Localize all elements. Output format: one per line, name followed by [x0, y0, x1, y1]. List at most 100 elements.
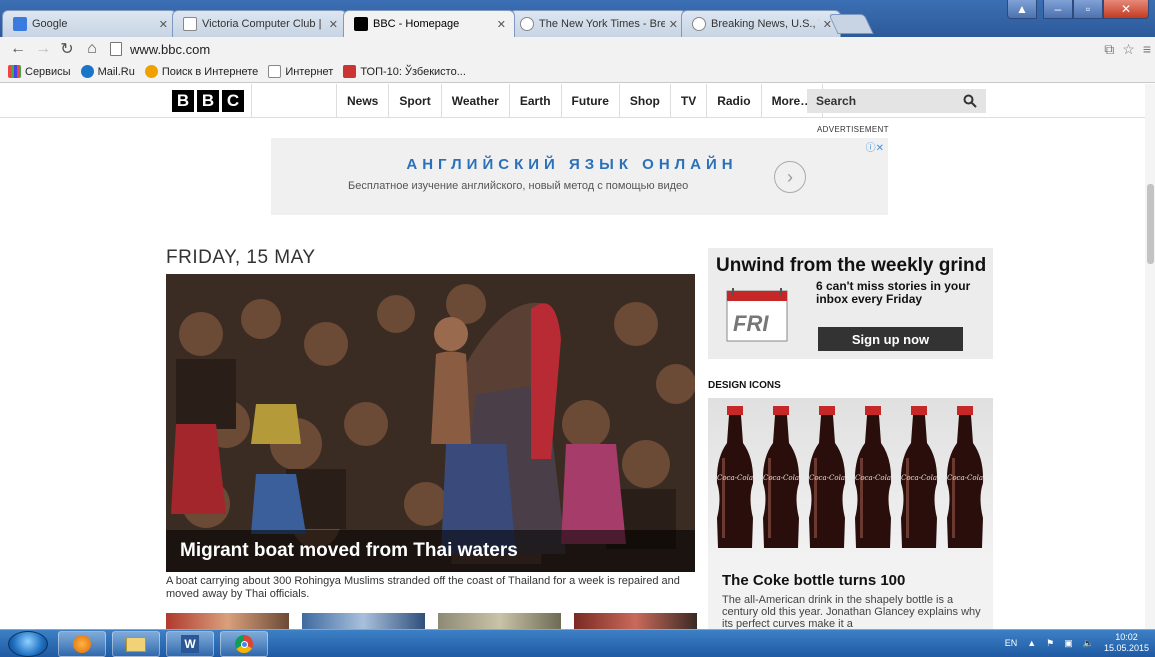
close-icon[interactable]: ✕: [159, 18, 168, 31]
coke-bottle: Coca-Cola: [808, 406, 846, 548]
coke-bottle: Coca-Cola: [854, 406, 892, 548]
user-profile-icon[interactable]: ▲: [1007, 0, 1037, 19]
bottle-logo: Coca-Cola: [901, 474, 937, 482]
back-arrow-icon[interactable]: ←: [10, 40, 26, 58]
search-input[interactable]: Search: [807, 89, 986, 113]
hero-headline[interactable]: Migrant boat moved from Thai waters: [166, 530, 695, 572]
crowd-photo: [166, 274, 695, 572]
tab-victoria-computer-club[interactable]: Victoria Computer Club | ‹ ✕: [172, 10, 347, 37]
close-window-button[interactable]: ✕: [1103, 0, 1149, 19]
ad-choices-close-icon[interactable]: ⓘ✕: [866, 139, 884, 154]
mailru-icon: [80, 65, 94, 78]
nytimes-favicon-icon: [520, 17, 534, 31]
nav-weather[interactable]: Weather: [440, 84, 509, 118]
bookmark-services[interactable]: Сервисы: [8, 65, 71, 78]
search-icon[interactable]: [963, 94, 977, 108]
browser-toolbar: ← → ↻ ⌂ www.bbc.com ⧉ ☆ ≡: [0, 37, 1155, 61]
promo-title: Unwind from the weekly grind: [716, 255, 987, 276]
nav-future[interactable]: Future: [560, 84, 619, 118]
nytimes-favicon-icon: [692, 17, 706, 31]
action-center-flag-icon[interactable]: ⚑: [1046, 638, 1054, 649]
address-bar[interactable]: www.bbc.com: [130, 42, 210, 57]
home-icon[interactable]: ⌂: [85, 40, 99, 58]
newsletter-promo[interactable]: Unwind from the weekly grind FRI 6 can't…: [708, 248, 993, 359]
translate-icon[interactable]: ⧉: [1104, 41, 1114, 58]
bbc-header: B B C News Sport Weather Earth Future Sh…: [0, 84, 1155, 118]
menu-icon[interactable]: ≡: [1143, 41, 1151, 58]
close-icon[interactable]: ✕: [669, 18, 678, 31]
bookmark-star-icon[interactable]: ☆: [1122, 41, 1135, 58]
calendar-icon: FRI: [726, 288, 788, 342]
bookmark-mailru[interactable]: Mail.Ru: [80, 65, 135, 78]
design-story-text: The all-American drink in the shapely bo…: [722, 594, 981, 630]
show-hidden-icons-icon[interactable]: ▲: [1027, 638, 1036, 648]
ad-subtitle: Бесплатное изучение английского, новый м…: [348, 180, 689, 192]
hero-story[interactable]: Migrant boat moved from Thai waters: [166, 274, 695, 572]
media-player-icon[interactable]: [58, 631, 106, 657]
bookmark-top10[interactable]: ТОП-10: Ўзбекисто...: [343, 65, 466, 78]
scrollbar[interactable]: [1145, 84, 1155, 629]
nav-sport[interactable]: Sport: [388, 84, 440, 118]
maximize-button[interactable]: ▫: [1073, 0, 1103, 19]
advertisement-label: ADVERTISEMENT: [817, 125, 889, 134]
bbc-logo[interactable]: B B C: [172, 90, 244, 112]
page-icon: [110, 42, 122, 56]
bookmark-internet[interactable]: Интернет: [268, 65, 333, 78]
coke-bottles-photo: Coca-Cola Coca-Cola Coca-Cola Coca-Cola Coca…: [716, 406, 984, 548]
nav-tv[interactable]: TV: [669, 84, 706, 118]
nav-news[interactable]: News: [336, 84, 388, 118]
coke-bottle: Coca-Cola: [900, 406, 938, 548]
tab-google[interactable]: Google ✕: [2, 10, 177, 37]
promo-text: 6 can't miss stories in your inbox every…: [816, 279, 971, 306]
file-explorer-icon[interactable]: [112, 631, 160, 657]
language-indicator[interactable]: EN: [1005, 638, 1018, 648]
google-favicon-icon: [13, 17, 27, 31]
sign-up-button[interactable]: Sign up now: [818, 327, 963, 351]
windows-start-button[interactable]: [8, 631, 48, 657]
bottle-logo: Coca-Cola: [855, 474, 891, 482]
minimize-button[interactable]: –: [1043, 0, 1073, 19]
system-tray: EN ▲ ⚑ ▣ 🔈 10:02 15.05.2015: [1005, 632, 1149, 654]
design-story-title[interactable]: The Coke bottle turns 100: [722, 572, 905, 589]
apps-grid-icon: [8, 65, 21, 78]
design-story[interactable]: The Coke bottle turns 100 The all-Americ…: [708, 558, 993, 630]
bookmark-search[interactable]: Поиск в Интернете: [144, 65, 258, 78]
coke-bottle: Coca-Cola: [762, 406, 800, 548]
network-icon[interactable]: ▣: [1064, 638, 1073, 649]
tab-breaking-news[interactable]: Breaking News, U.S., Worl ✕: [681, 10, 841, 37]
nav-radio[interactable]: Radio: [706, 84, 760, 118]
coke-bottles-image[interactable]: Coca-Cola Coca-Cola Coca-Cola Coca-Cola Coca…: [708, 398, 993, 558]
site-icon: [343, 65, 357, 78]
bbc-favicon-icon: [354, 17, 368, 31]
word-icon[interactable]: W: [166, 631, 214, 657]
window-controls: ▲ – ▫ ✕: [1007, 0, 1149, 19]
bottle-logo: Coca-Cola: [717, 474, 753, 482]
advertisement-banner[interactable]: АНГЛИЙСКИЙ ЯЗЫК ОНЛАЙН Бесплатное изучен…: [271, 138, 888, 215]
windows-taskbar: W EN ▲ ⚑ ▣ 🔈 10:02 15.05.2015: [0, 629, 1155, 657]
hero-summary: A boat carrying about 300 Rohingya Musli…: [166, 575, 680, 600]
scrollbar-thumb[interactable]: [1147, 184, 1154, 264]
coke-bottle: Coca-Cola: [716, 406, 754, 548]
nav-earth[interactable]: Earth: [508, 84, 561, 118]
bottle-logo: Coca-Cola: [809, 474, 845, 482]
nav-shop[interactable]: Shop: [618, 84, 670, 118]
volume-icon[interactable]: 🔈: [1083, 638, 1094, 649]
bookmarks-bar: Сервисы Mail.Ru Поиск в Интернете Интерн…: [0, 61, 1155, 83]
reload-icon[interactable]: ↻: [60, 39, 74, 59]
clock[interactable]: 10:02 15.05.2015: [1104, 632, 1149, 654]
forward-arrow-icon[interactable]: →: [35, 40, 51, 58]
search-icon: [144, 65, 158, 78]
close-icon[interactable]: ✕: [497, 18, 506, 31]
tab-bbc-homepage[interactable]: BBC - Homepage ✕: [343, 10, 515, 37]
chevron-right-icon[interactable]: ›: [774, 161, 806, 193]
page-icon: [183, 17, 197, 31]
bbc-nav: News Sport Weather Earth Future Shop TV …: [336, 84, 824, 118]
close-icon[interactable]: ✕: [329, 18, 338, 31]
chrome-icon[interactable]: [220, 631, 268, 657]
divider: [251, 84, 252, 118]
calendar-day-label: FRI: [733, 311, 769, 336]
bottle-logo: Coca-Cola: [947, 474, 983, 482]
coke-bottle: Coca-Cola: [946, 406, 984, 548]
browser-tab-strip: Google ✕ Victoria Computer Club | ‹ ✕ BB…: [0, 0, 1155, 37]
tab-nytimes[interactable]: The New York Times - Bre ✕: [509, 10, 687, 37]
